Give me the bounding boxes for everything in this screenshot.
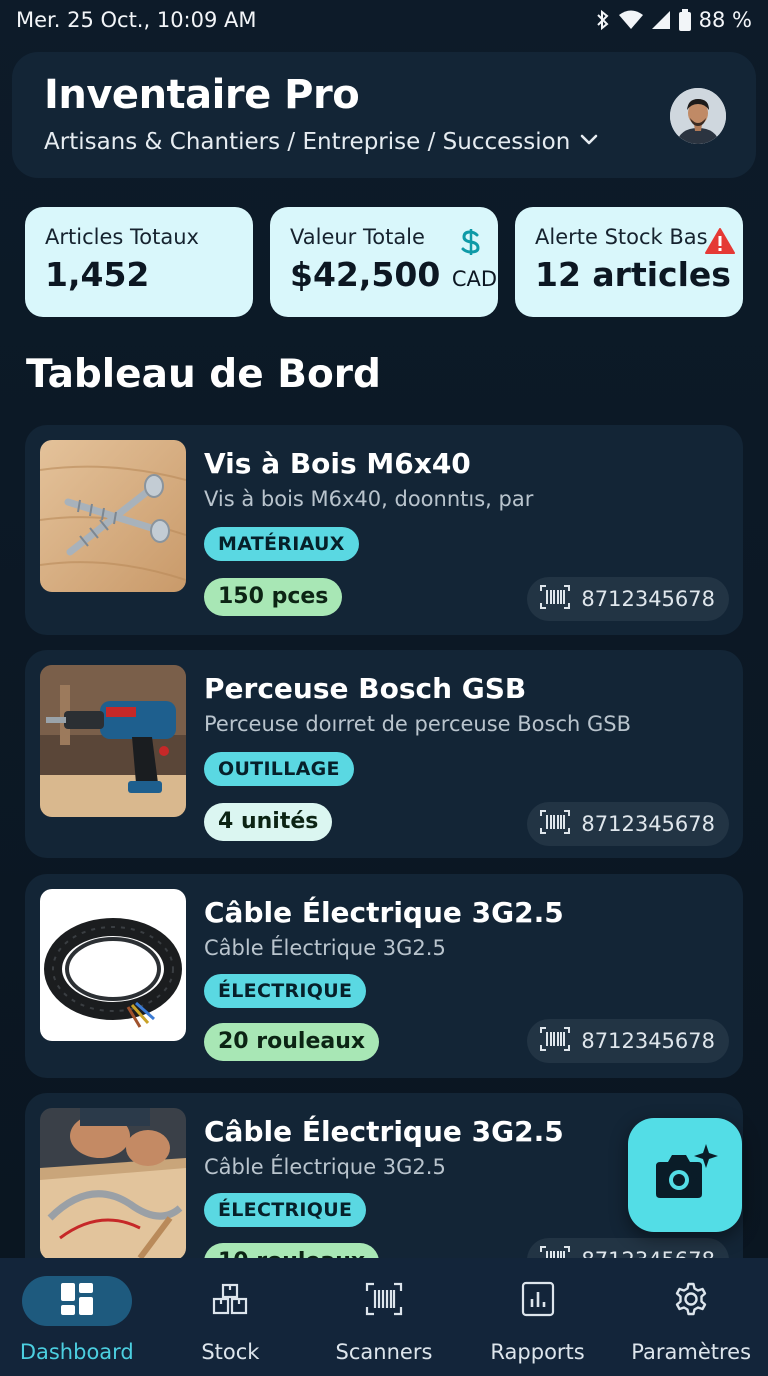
breadcrumb-text: Artisans & Chantiers / Entreprise / Succ… [44, 129, 571, 155]
battery-percent: 88 % [698, 8, 752, 32]
item-description: Perceuse doırret de perceuse Bosch GSB [204, 712, 631, 736]
quantity-badge: 4 unités [204, 803, 333, 841]
barcode-chip[interactable]: 8712345678 [527, 577, 729, 621]
barcode-icon [539, 809, 571, 840]
item-description: Vis à bois M6x40, doonntıs, par [204, 487, 534, 511]
barcode-scan-icon [365, 1282, 403, 1320]
chevron-down-icon [578, 128, 600, 156]
item-title: Perceuse Bosch GSB [204, 672, 527, 705]
app-title: Inventaire Pro [44, 72, 360, 118]
nav-label: Rapports [490, 1340, 585, 1364]
category-tag: ÉLECTRIQUE [204, 974, 367, 1008]
quantity-badge: 10 rouleaux [204, 1243, 380, 1258]
avatar[interactable] [670, 88, 726, 144]
item-title: Câble Électrique 3G2.5 [204, 896, 564, 929]
gear-icon [673, 1281, 709, 1321]
camera-sparkle-icon [650, 1140, 720, 1210]
barcode-chip[interactable]: 8712345678 [527, 802, 729, 846]
barcode-number: 8712345678 [581, 812, 715, 836]
stat-total-value[interactable]: Valeur Totale $42,500 CAD [270, 207, 498, 317]
status-icons: 88 % [595, 8, 752, 32]
bluetooth-icon [595, 9, 611, 31]
item-thumbnail [40, 665, 186, 817]
bottom-navigation: Dashboard Stock Scanners Rapports Paramè… [0, 1258, 768, 1376]
nav-active-indicator [21, 1276, 132, 1326]
nav-label: Scanners [335, 1340, 433, 1364]
nav-label: Paramètres [631, 1340, 752, 1364]
dashboard-icon [60, 1282, 94, 1320]
camera-scan-fab[interactable] [628, 1118, 742, 1232]
nav-label: Stock [201, 1340, 260, 1364]
screen: Mer. 25 Oct., 10:09 AM 88 % Inventaire P… [0, 0, 768, 1376]
stat-unit: CAD [451, 267, 498, 291]
status-datetime: Mer. 25 Oct., 10:09 AM [16, 8, 257, 32]
barcode-number: 8712345678 [581, 1029, 715, 1053]
signal-icon [651, 10, 671, 30]
dollar-icon [460, 227, 482, 261]
nav-parametres[interactable]: Paramètres [614, 1258, 768, 1376]
warning-icon [705, 227, 735, 259]
item-title: Câble Électrique 3G2.5 [204, 1115, 564, 1148]
stat-low-stock[interactable]: Alerte Stock Bas 12 articles [515, 207, 743, 317]
stat-value: 12 articles [535, 255, 731, 294]
chart-icon [521, 1281, 555, 1321]
barcode-icon [539, 1245, 571, 1258]
nav-scanners[interactable]: Scanners [307, 1258, 461, 1376]
item-thumbnail [40, 440, 186, 592]
barcode-icon [539, 584, 571, 615]
battery-icon [678, 9, 691, 31]
category-tag: ÉLECTRIQUE [204, 1193, 367, 1227]
stat-total-items[interactable]: Articles Totaux 1,452 [25, 207, 253, 317]
wifi-icon [618, 10, 643, 30]
quantity-badge: 150 pces [204, 578, 343, 616]
status-bar: Mer. 25 Oct., 10:09 AM 88 % [0, 0, 768, 40]
category-tag: MATÉRIAUX [204, 527, 359, 561]
nav-icon-wrap [636, 1276, 746, 1326]
nav-stock[interactable]: Stock [154, 1258, 308, 1376]
quantity-badge: 20 rouleaux [204, 1023, 380, 1061]
nav-label: Dashboard [19, 1340, 134, 1364]
barcode-chip[interactable]: 8712345678 [527, 1238, 729, 1258]
barcode-icon [539, 1026, 571, 1057]
stat-label: Articles Totaux [45, 225, 199, 249]
item-title: Vis à Bois M6x40 [204, 447, 471, 480]
header-card: Inventaire Pro Artisans & Chantiers / En… [12, 52, 756, 178]
stat-value: 1,452 [45, 255, 150, 294]
barcode-number: 8712345678 [581, 1248, 715, 1258]
section-title: Tableau de Bord [26, 352, 381, 397]
breadcrumb-selector[interactable]: Artisans & Chantiers / Entreprise / Succ… [44, 128, 600, 156]
item-description: Câble Électrique 3G2.5 [204, 1155, 446, 1179]
barcode-number: 8712345678 [581, 587, 715, 611]
category-tag: OUTILLAGE [204, 752, 354, 786]
boxes-icon [212, 1282, 248, 1320]
list-item[interactable]: Vis à Bois M6x40 Vis à bois M6x40, doonn… [25, 425, 743, 635]
nav-icon-wrap [483, 1276, 593, 1326]
nav-icon-wrap [329, 1276, 439, 1326]
list-item[interactable]: Câble Électrique 3G2.5 Câble Électrique … [25, 874, 743, 1078]
nav-icon-wrap [175, 1276, 285, 1326]
nav-dashboard[interactable]: Dashboard [0, 1258, 154, 1376]
list-item[interactable]: Perceuse Bosch GSB Perceuse doırret de p… [25, 650, 743, 858]
item-description: Câble Électrique 3G2.5 [204, 936, 446, 960]
nav-rapports[interactable]: Rapports [461, 1258, 615, 1376]
item-thumbnail [40, 889, 186, 1041]
barcode-chip[interactable]: 8712345678 [527, 1019, 729, 1063]
item-thumbnail [40, 1108, 186, 1258]
